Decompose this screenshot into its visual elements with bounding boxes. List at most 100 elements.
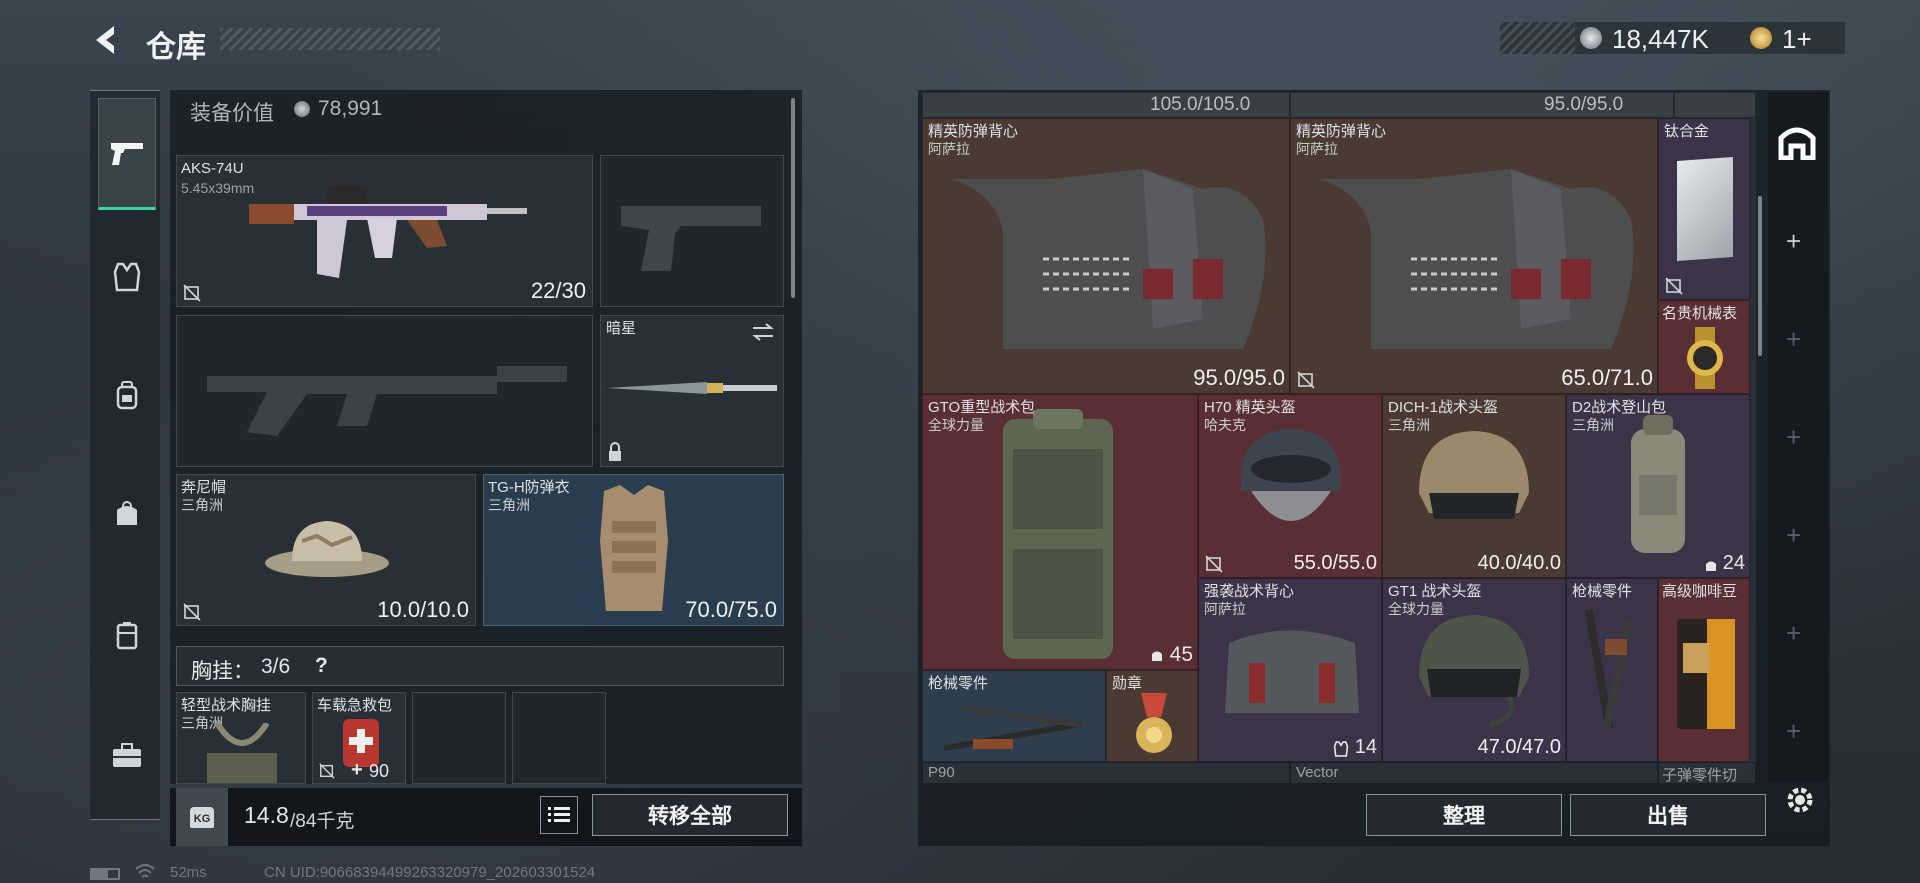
storage-scrollbar[interactable] [1758, 196, 1762, 356]
rig-item-2[interactable]: 车载急救包 + 90 [312, 692, 406, 784]
item-name: 强袭战术背心 [1204, 583, 1295, 600]
sell-button[interactable]: 出售 [1570, 794, 1766, 836]
panel-scrollbar[interactable] [791, 98, 795, 298]
no-insure-icon [183, 603, 201, 621]
melee-slot[interactable]: 暗星 [600, 315, 784, 467]
wifi-icon [135, 864, 155, 878]
chest-rig-image [207, 723, 277, 783]
gear-icon [1787, 787, 1813, 813]
storage-item-elite-vest-1[interactable]: 精英防弹背心 阿萨拉 95.0/95.0 [922, 118, 1290, 394]
tab-weapons[interactable] [98, 98, 156, 210]
list-icon [548, 807, 570, 822]
chest-rig-header: 胸挂： 3/6 ? [176, 646, 784, 686]
value-coin-icon [294, 101, 310, 117]
add-tab-button-2[interactable]: + [1786, 324, 1801, 355]
helmet-name: 奔尼帽 [181, 479, 227, 496]
armor-slot[interactable]: TG-H防弹衣 三角洲 70.0/75.0 [483, 474, 784, 626]
storage-item-gun-parts[interactable]: 枪械零件 [922, 670, 1106, 762]
item-name: 钛合金 [1664, 123, 1710, 140]
item-count: 24 [1722, 552, 1745, 574]
item-durability: 47.0/47.0 [1477, 736, 1561, 758]
storage-item-h70-helmet[interactable]: H70 精英头盔 哈夫克 55.0/55.0 [1198, 394, 1382, 578]
rig-slot-empty-2[interactable] [512, 692, 606, 784]
no-insure-icon [319, 763, 335, 779]
gun-parts-image [1585, 609, 1634, 729]
add-tab-button-5[interactable]: + [1786, 618, 1801, 649]
storage-item-elite-vest-2[interactable]: 精英防弹背心 阿萨拉 65.0/71.0 [1290, 118, 1658, 394]
stack-icon [1152, 651, 1162, 661]
storage-item-d2-backpack[interactable]: D2战术登山包 三角洲 24 [1566, 394, 1750, 578]
partial-item-p90: P90 [928, 764, 955, 781]
case-icon [116, 622, 138, 650]
back-button[interactable] [88, 22, 124, 58]
storage-item-gun-parts-tall[interactable]: 枪械零件 [1566, 578, 1658, 762]
weight-max: /84千克 [290, 811, 355, 832]
partial-item-vector: Vector [1296, 764, 1339, 781]
tab-pouch[interactable] [98, 484, 156, 542]
helmet-image [1241, 429, 1341, 521]
item-durability: 55.0/55.0 [1293, 552, 1377, 574]
tab-armor[interactable] [98, 248, 156, 306]
storage-item-titanium[interactable]: 钛合金 [1658, 118, 1750, 300]
swap-icon[interactable] [751, 322, 775, 342]
storage-item-luxury-watch[interactable]: 名贵机械表 [1658, 300, 1750, 394]
weight-value: 14.8 [244, 802, 289, 828]
medal-image [1136, 693, 1172, 753]
item-name: 名贵机械表 [1662, 305, 1738, 322]
item-name: 精英防弹背心 [928, 123, 1019, 140]
ammo-count: 22/30 [530, 278, 586, 303]
rig-item-1[interactable]: 轻型战术胸挂 三角洲 [176, 692, 306, 784]
storage-item-medal[interactable]: 勋章 [1106, 670, 1198, 762]
chest-rig-value: 3/6 [261, 655, 291, 678]
watch-image [1687, 327, 1723, 389]
helmet-image [1419, 615, 1529, 728]
secondary-weapon-slot[interactable] [176, 315, 593, 467]
partial-item-ammo-parts: 子弹零件切 [1662, 767, 1738, 784]
primary-weapon-slot[interactable]: AKS-74U 5.45x39mm 22/30 [176, 155, 593, 307]
rig-item-name: 车载急救包 [317, 697, 393, 714]
backpack-icon [116, 381, 138, 410]
storage-item-dich1-helmet[interactable]: DICH-1战术头盔 三角洲 40.0/40.0 [1382, 394, 1566, 578]
settings-button[interactable] [1780, 780, 1820, 820]
warehouse-tab-main[interactable] [1774, 118, 1820, 164]
gold-amount[interactable]: 1+ [1782, 24, 1812, 55]
help-icon[interactable]: ? [315, 654, 328, 678]
tab-toolbox[interactable] [98, 726, 156, 784]
no-insure-icon [183, 284, 201, 302]
storage-item-assault-vest[interactable]: 强袭战术背心 阿萨拉 14 [1198, 578, 1382, 762]
item-origin: 三角洲 [1572, 417, 1614, 433]
list-view-button[interactable] [540, 796, 578, 834]
battery-icon [90, 868, 120, 880]
storage-item-coffee-beans[interactable]: 高级咖啡豆 [1658, 578, 1750, 762]
item-origin: 全球力量 [928, 417, 984, 433]
add-tab-button-4[interactable]: + [1786, 520, 1801, 551]
storage-item-gt1-helmet[interactable]: GT1 战术头盔 全球力量 47.0/47.0 [1382, 578, 1566, 762]
item-name: DICH-1战术头盔 [1388, 399, 1499, 416]
pistol-slot[interactable] [600, 155, 784, 307]
no-insure-icon [1297, 371, 1315, 389]
sort-button[interactable]: 整理 [1366, 794, 1562, 836]
item-durability: 40.0/40.0 [1477, 552, 1561, 574]
transfer-all-button[interactable]: 转移全部 [592, 794, 788, 836]
add-tab-button-1[interactable]: + [1786, 226, 1801, 257]
item-name: GT1 战术头盔 [1388, 583, 1482, 600]
item-durability: 95.0/95.0 [1193, 365, 1285, 390]
stack-icon [1706, 561, 1716, 571]
back-arrow-icon [96, 26, 114, 54]
tab-backpack[interactable] [98, 366, 156, 424]
gold-coin-icon [1750, 27, 1772, 49]
toolbox-icon [113, 743, 141, 767]
no-insure-icon [1665, 277, 1683, 295]
helmet-slot[interactable]: 奔尼帽 三角洲 10.0/10.0 [176, 474, 476, 626]
warehouse-icon [1778, 127, 1816, 160]
assault-vest-image [1225, 630, 1359, 713]
add-tab-button-6[interactable]: + [1786, 716, 1801, 747]
storage-item-gto-backpack[interactable]: GTO重型战术包 全球力量 45 [922, 394, 1198, 670]
tab-container[interactable] [98, 606, 156, 664]
add-tab-button-3[interactable]: + [1786, 422, 1801, 453]
ping-value: 52ms [170, 864, 207, 881]
armor-vest-image [600, 485, 668, 611]
rig-slot-empty-1[interactable] [412, 692, 506, 784]
chest-rig-label: 胸挂： [191, 660, 254, 683]
kg-icon: KG [176, 788, 228, 846]
